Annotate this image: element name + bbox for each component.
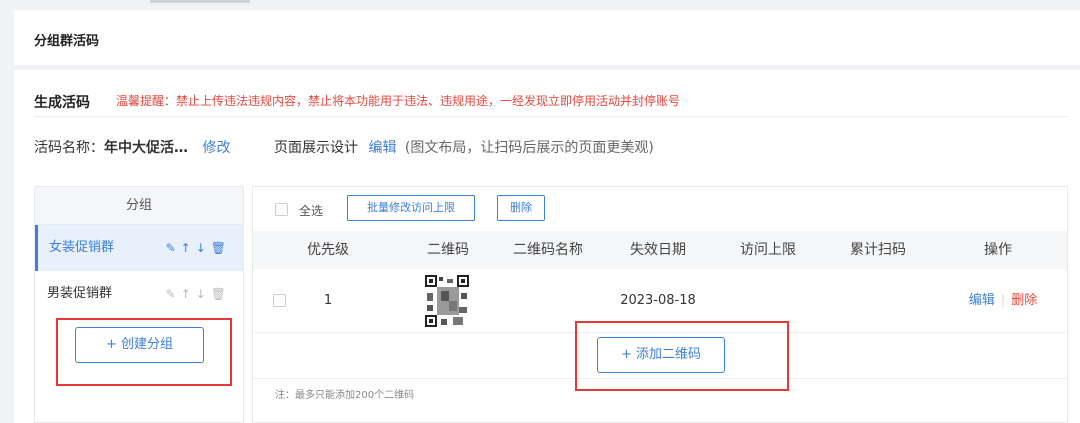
delete-link[interactable]: 删除 xyxy=(1011,293,1037,308)
select-all-label: 全选 xyxy=(299,204,324,218)
col-actions: 操作 xyxy=(984,242,1012,258)
active-tab-indicator xyxy=(150,0,250,3)
group-header: 分组 xyxy=(35,187,243,225)
limit-note: 注：最多只能添加200个二维码 xyxy=(275,390,415,401)
row-checkbox[interactable] xyxy=(273,294,286,307)
col-qr: 二维码 xyxy=(427,242,469,258)
qr-code-image xyxy=(423,273,471,329)
divider xyxy=(34,116,1068,117)
page-title: 分组群活码 xyxy=(34,34,100,49)
col-expire-date: 失效日期 xyxy=(630,242,686,258)
priority-cell: 1 xyxy=(323,293,333,308)
edit-design-link[interactable]: 编辑 xyxy=(368,140,396,156)
main-panel: 生成活码 温馨提醒：禁止上传违法违规内容，禁止将本功能用于违法、违规用途，一经发… xyxy=(14,70,1080,423)
edit-icon[interactable]: ✎ xyxy=(166,241,181,255)
design-hint: (图文布局，让扫码后展示的页面更美观) xyxy=(404,140,654,156)
modify-link[interactable]: 修改 xyxy=(202,140,230,156)
design-row: 页面展示设计 编辑 (图文布局，让扫码后展示的页面更美观) xyxy=(274,137,654,157)
batch-edit-limit-button[interactable]: 批量修改访问上限 xyxy=(347,195,475,221)
highlight-box-create-group xyxy=(56,318,232,386)
code-name-value: 年中大促活… xyxy=(104,140,188,156)
trash-icon[interactable]: 🗑 xyxy=(211,287,231,301)
col-qr-name: 二维码名称 xyxy=(513,242,583,258)
edit-link[interactable]: 编辑 xyxy=(969,293,995,308)
group-actions: ✎↑↓🗑 xyxy=(166,225,231,271)
move-up-icon[interactable]: ↑ xyxy=(181,241,196,255)
section-title: 生成活码 xyxy=(34,95,90,111)
col-total-scans: 累计扫码 xyxy=(850,242,906,258)
group-item-women[interactable]: 女装促销群 ✎↑↓🗑 xyxy=(35,225,243,271)
col-priority: 优先级 xyxy=(307,242,349,258)
select-all-checkbox[interactable] xyxy=(275,203,288,216)
edit-icon[interactable]: ✎ xyxy=(166,287,181,301)
group-item-men[interactable]: 男装促销群 ✎↑↓🗑 xyxy=(35,271,243,317)
trash-icon[interactable]: 🗑 xyxy=(211,241,231,255)
move-up-icon[interactable]: ↑ xyxy=(181,287,196,301)
table-toolbar: 全选 批量修改访问上限 删除 xyxy=(253,187,1067,231)
action-separator: | xyxy=(1000,293,1006,308)
delete-button[interactable]: 删除 xyxy=(497,195,545,221)
move-down-icon[interactable]: ↓ xyxy=(196,287,211,301)
code-name-row: 活码名称：年中大促活… 修改 xyxy=(34,137,230,157)
move-down-icon[interactable]: ↓ xyxy=(196,241,211,255)
warning-text: 温馨提醒：禁止上传违法违规内容，禁止将本功能用于违法、违规用途，一经发现立即停用… xyxy=(116,94,681,108)
highlight-box-add-qr xyxy=(575,321,789,391)
top-strip xyxy=(0,0,1080,10)
code-name-label: 活码名称： xyxy=(34,140,104,156)
col-visit-limit: 访问上限 xyxy=(740,242,796,258)
group-actions: ✎↑↓🗑 xyxy=(166,271,231,317)
group-item-label: 女装促销群 xyxy=(49,240,115,255)
row-actions: 编辑 | 删除 xyxy=(953,269,1053,333)
group-item-label: 男装促销群 xyxy=(47,286,113,301)
page-header: 分组群活码 xyxy=(14,10,1080,65)
design-label: 页面展示设计 xyxy=(274,140,358,156)
group-sidebar: 分组 女装促销群 ✎↑↓🗑 男装促销群 ✎↑↓🗑 + 创建分组 xyxy=(34,186,244,423)
table-header: 优先级 二维码 二维码名称 失效日期 访问上限 累计扫码 操作 xyxy=(253,231,1067,269)
